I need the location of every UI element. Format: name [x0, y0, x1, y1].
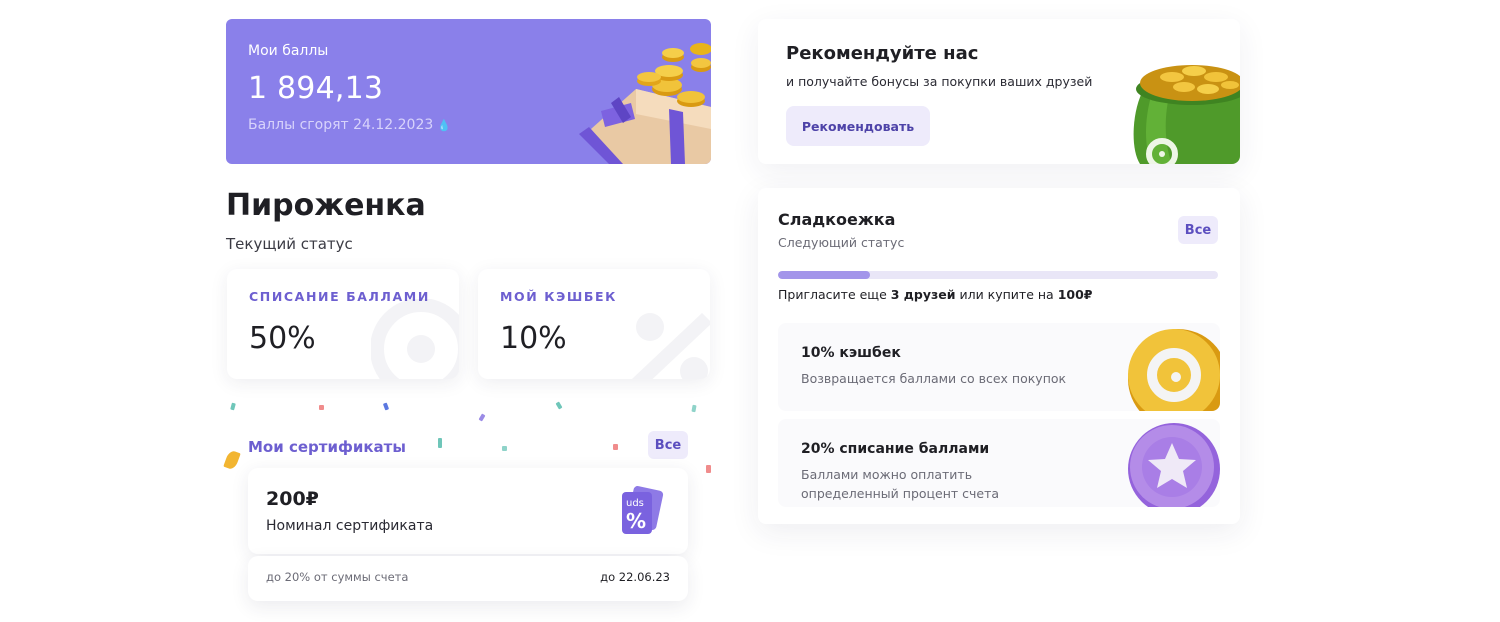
- certificates-all-button[interactable]: Все: [648, 431, 688, 459]
- perk-value: 50%: [249, 321, 316, 356]
- invite-middle: или купите на: [955, 287, 1058, 302]
- perk-label: МОЙ КЭШБЕК: [500, 289, 617, 304]
- perk-card-cashback: МОЙ КЭШБЕК 10%: [478, 269, 710, 379]
- referral-title: Рекомендуйте нас: [786, 43, 979, 64]
- benefit-description: Возвращается баллами со всех покупок: [801, 371, 1067, 386]
- confetti-piece: [478, 413, 486, 422]
- confetti-piece: [223, 449, 241, 471]
- certificate-icon: uds %: [622, 486, 664, 534]
- confetti-piece: [382, 402, 390, 411]
- fire-icon: 💧: [437, 119, 451, 132]
- svg-text:uds: uds: [626, 498, 644, 509]
- invite-friends: 3 друзей: [890, 287, 956, 302]
- next-level-label: Следующий статус: [778, 235, 905, 250]
- certificate-valid-until: до 22.06.23: [600, 570, 670, 584]
- confetti-piece: [555, 401, 563, 410]
- levels-all-button[interactable]: Все: [1178, 216, 1218, 244]
- certificate-amount: 200₽: [266, 488, 319, 510]
- next-level-name: Сладкоежка: [778, 210, 896, 229]
- benefit-title: 10% кэшбек: [801, 345, 901, 361]
- money-bag-illustration: [1133, 65, 1240, 164]
- benefit-row-points-spend: 20% списание баллами Баллами можно оплат…: [778, 419, 1220, 507]
- certificate-condition: до 20% от суммы счета: [266, 570, 409, 584]
- benefit-title: 20% списание баллами: [801, 441, 990, 457]
- certificate-footer: до 20% от суммы счета до 22.06.23: [248, 556, 688, 601]
- confetti-piece: [319, 405, 324, 410]
- level-progress-track: [778, 271, 1218, 279]
- perk-value: 10%: [500, 321, 567, 356]
- confetti-piece: [613, 444, 618, 450]
- svg-text:%: %: [626, 509, 646, 533]
- gift-coins-illustration: [579, 43, 711, 164]
- certificate-card[interactable]: 200₽ Номинал сертификата uds %: [248, 468, 688, 554]
- confetti-piece: [691, 404, 697, 413]
- gold-coin-icon: [1128, 329, 1220, 411]
- points-expire-text: Баллы сгорят 24.12.2023: [248, 117, 434, 133]
- certificate-description: Номинал сертификата: [266, 518, 434, 534]
- star-coin-icon: [1128, 423, 1220, 507]
- points-expire: Баллы сгорят 24.12.2023 💧: [248, 117, 451, 133]
- confetti-piece: [706, 465, 711, 473]
- referral-subtitle: и получайте бонусы за покупки ваших друз…: [786, 74, 1093, 89]
- percent-watermark-icon: [632, 313, 710, 379]
- level-progress-fill: [778, 271, 871, 279]
- next-level-card: Сладкоежка Следующий статус Все Пригласи…: [758, 188, 1240, 524]
- points-card: Мои баллы 1 894,13 Баллы сгорят 24.12.20…: [226, 19, 711, 164]
- confetti-piece: [230, 402, 236, 411]
- confetti-piece: [502, 446, 507, 451]
- confetti-piece: [438, 438, 442, 448]
- perk-card-points-spend: СПИСАНИЕ БАЛЛАМИ 50%: [227, 269, 459, 379]
- referral-card: Рекомендуйте нас и получайте бонусы за п…: [758, 19, 1240, 164]
- recommend-button[interactable]: Рекомендовать: [786, 106, 930, 146]
- points-label: Мои баллы: [248, 43, 329, 59]
- current-status-label: Текущий статус: [226, 235, 353, 253]
- benefit-description: Баллами можно оплатить определенный проц…: [801, 467, 1000, 501]
- coin-watermark-icon: [371, 299, 459, 379]
- points-value: 1 894,13: [248, 71, 384, 106]
- invite-prefix: Пригласите еще: [778, 287, 891, 302]
- invite-text: Пригласите еще 3 друзей или купите на 10…: [778, 287, 1092, 302]
- benefit-row-cashback: 10% кэшбек Возвращается баллами со всех …: [778, 323, 1220, 411]
- current-status-name: Пироженка: [226, 188, 426, 223]
- invite-amount: 100₽: [1057, 287, 1093, 302]
- certificates-title: Мои сертификаты: [248, 438, 406, 456]
